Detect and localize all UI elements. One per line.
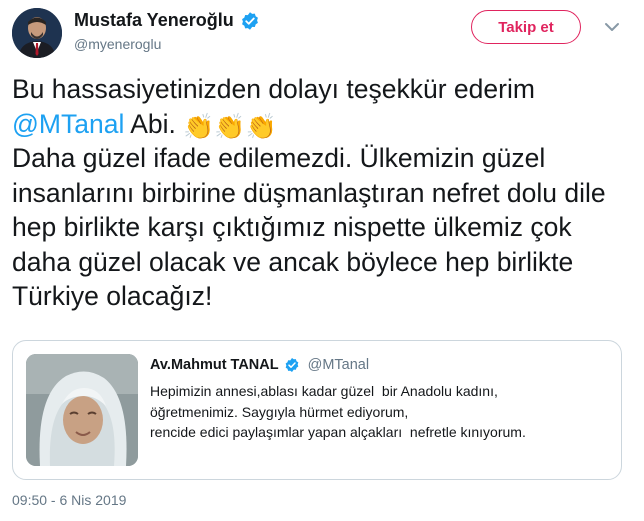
quoted-line: öğretmenimiz. Saygıyla hürmet ediyorum, bbox=[150, 403, 409, 420]
tweet-timestamp[interactable]: 09:50 - 6 Nis 2019 bbox=[12, 492, 126, 508]
author-name[interactable]: Mustafa Yeneroğlu bbox=[74, 10, 234, 31]
verified-badge-icon bbox=[241, 11, 258, 30]
tweet-header: Mustafa Yeneroğlu @myeneroglu Takip et bbox=[12, 8, 632, 58]
tweet-line-1: Bu hassasiyetinizden dolayı teşekkür ede… bbox=[12, 74, 535, 104]
chevron-down-icon[interactable] bbox=[603, 20, 621, 34]
quoted-line: rencide edici paylaşımlar yapan alçaklar… bbox=[150, 424, 526, 440]
mention-link[interactable]: @MTanal bbox=[12, 109, 124, 139]
author-handle[interactable]: @myeneroglu bbox=[74, 36, 161, 52]
quoted-tweet-image bbox=[26, 354, 138, 466]
tweet-line-2: @MTanal Abi. 👏👏👏 bbox=[12, 107, 628, 142]
tweet-text: Bu hassasiyetinizden dolayı teşekkür ede… bbox=[12, 72, 628, 314]
verified-badge-icon bbox=[285, 358, 298, 372]
quoted-line: Hepimizin annesi,ablası kadar güzel bir … bbox=[150, 383, 498, 399]
tweet-after-mention: Abi. bbox=[124, 108, 184, 139]
quoted-tweet-text: Hepimizin annesi,ablası kadar güzel bir … bbox=[150, 381, 610, 443]
quoted-tweet-header: Av.Mahmut TANAL @MTanal bbox=[150, 357, 369, 373]
quoted-author-name[interactable]: Av.Mahmut TANAL bbox=[150, 357, 279, 373]
quoted-tweet[interactable]: Av.Mahmut TANAL @MTanal Hepimizin annesi… bbox=[12, 340, 622, 480]
author-name-row: Mustafa Yeneroğlu bbox=[74, 10, 260, 31]
author-avatar[interactable] bbox=[12, 8, 62, 58]
tweet-body: Daha güzel ifade edilemezdi. Ülkemizin g… bbox=[12, 143, 606, 311]
follow-button[interactable]: Takip et bbox=[471, 10, 581, 44]
quoted-author-handle[interactable]: @MTanal bbox=[308, 357, 369, 373]
clap-emoji: 👏👏👏 bbox=[183, 112, 277, 141]
